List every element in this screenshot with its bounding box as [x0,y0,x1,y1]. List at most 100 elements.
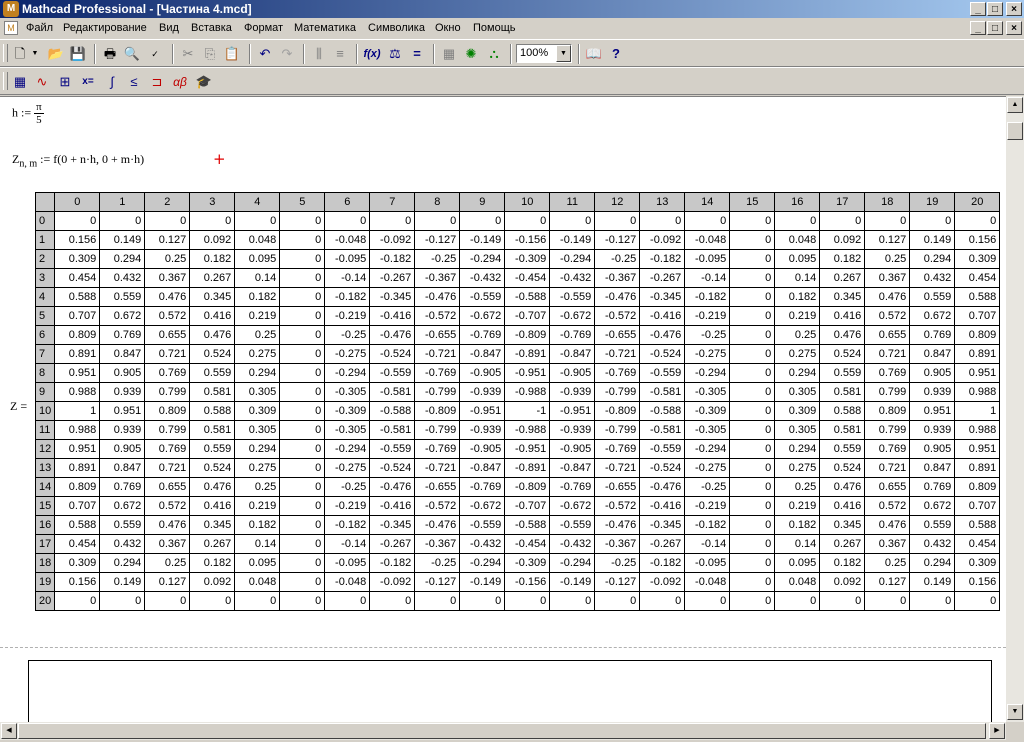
matrix-cell[interactable]: 0.309 [954,249,1001,269]
matrix-cell[interactable]: 0 [639,211,686,231]
matrix-cell[interactable]: 0.219 [234,306,281,326]
matrix-cell[interactable]: 0.367 [864,534,911,554]
matrix-cell[interactable]: -0.182 [369,249,416,269]
matrix-cell[interactable]: 0.219 [774,306,821,326]
matrix-cell[interactable]: 0.939 [99,420,146,440]
matrix-cell[interactable]: -0.25 [594,249,641,269]
matrix-cell[interactable]: -0.25 [324,477,371,497]
matrix-cell[interactable]: 0.707 [954,496,1001,516]
matrix-cell[interactable]: -0.294 [324,439,371,459]
matrix-cell[interactable]: -0.432 [549,534,596,554]
matrix-cell[interactable]: -0.655 [594,477,641,497]
matrix-cell[interactable]: 0 [369,211,416,231]
matrix-cell[interactable]: -0.559 [639,363,686,383]
matrix-cell[interactable]: 0.25 [234,325,281,345]
matrix-cell[interactable]: 0.048 [234,230,281,250]
symbolic-palette-icon[interactable]: 🎓 [194,72,214,92]
matrix-cell[interactable]: -0.219 [324,496,371,516]
horizontal-scrollbar[interactable]: ◀ ▶ [0,722,1006,740]
matrix-cell[interactable]: -0.559 [639,439,686,459]
matrix-cell[interactable]: 0 [864,591,911,611]
matrix-cell[interactable]: 0.275 [774,344,821,364]
matrix-cell[interactable]: -0.309 [324,401,371,421]
matrix-cell[interactable]: -0.275 [684,344,731,364]
matrix-cell[interactable]: -0.939 [459,420,506,440]
matrix-cell[interactable]: -0.048 [684,230,731,250]
matrix-cell[interactable]: -0.149 [459,572,506,592]
matrix-cell[interactable]: 0.305 [774,420,821,440]
matrix-cell[interactable]: -0.581 [369,382,416,402]
matrix-cell[interactable]: 0.182 [189,553,236,573]
matrix-cell[interactable]: 0.559 [819,439,866,459]
matrix-cell[interactable]: 0 [954,591,1001,611]
matrix-cell[interactable]: 0.588 [54,287,101,307]
matrix-cell[interactable]: 0.476 [189,325,236,345]
matrix-cell[interactable]: -0.095 [684,553,731,573]
boolean-palette-icon[interactable]: ≤ [124,72,144,92]
matrix-cell[interactable]: 0.309 [234,401,281,421]
matrix-cell[interactable]: -0.432 [459,268,506,288]
cut-icon[interactable]: ✂ [178,44,198,64]
matrix-cell[interactable]: 0.149 [909,230,956,250]
matrix-cell[interactable]: 0.345 [189,287,236,307]
matrix-cell[interactable]: 0 [459,211,506,231]
matrix-cell[interactable]: 0 [279,363,326,383]
matrix-cell[interactable]: -0.149 [549,230,596,250]
matrix-cell[interactable]: 0.891 [54,458,101,478]
matrix-cell[interactable]: -0.182 [369,553,416,573]
matrix-cell[interactable]: 0 [54,211,101,231]
matrix-cell[interactable]: 0.182 [234,515,281,535]
matrix-cell[interactable]: 0 [729,458,776,478]
matrix-cell[interactable]: 0.809 [54,477,101,497]
matrix-cell[interactable]: 0.988 [954,420,1001,440]
matrix-cell[interactable]: 0 [729,325,776,345]
matrix-cell[interactable]: 0.156 [954,572,1001,592]
matrix-cell[interactable]: 0.769 [909,325,956,345]
align-horizontal-icon[interactable]: ⫼ [309,44,329,64]
matrix-cell[interactable]: 0 [729,477,776,497]
matrix-cell[interactable]: 0 [234,591,281,611]
matrix-cell[interactable]: 0.891 [54,344,101,364]
matrix-cell[interactable]: 0.267 [819,534,866,554]
matrix-cell[interactable]: 0 [729,420,776,440]
matrix-cell[interactable]: 0.182 [189,249,236,269]
matrix-cell[interactable]: 0 [504,591,551,611]
toolbar-grip[interactable] [3,72,8,90]
matrix-cell[interactable]: 0.182 [819,249,866,269]
matrix-cell[interactable]: 0 [819,211,866,231]
matrix-cell[interactable]: 0.951 [954,363,1001,383]
matrix-cell[interactable]: -0.127 [594,572,641,592]
matrix-cell[interactable]: 0.095 [774,553,821,573]
matrix-cell[interactable]: 0.799 [144,420,191,440]
matrix-cell[interactable]: 0 [729,401,776,421]
matrix-cell[interactable]: 0.809 [954,477,1001,497]
matrix-cell[interactable]: -0.294 [549,249,596,269]
matrix-cell[interactable]: 0.524 [819,344,866,364]
matrix-cell[interactable]: -0.127 [594,230,641,250]
matrix-cell[interactable]: 0 [729,211,776,231]
matrix-cell[interactable]: -0.672 [459,306,506,326]
matrix-cell[interactable]: 0.988 [954,382,1001,402]
matrix-cell[interactable]: 0.721 [144,458,191,478]
matrix-cell[interactable]: 0.294 [99,249,146,269]
matrix-cell[interactable]: 0.25 [144,249,191,269]
tree-icon[interactable]: ⛬ [484,44,504,64]
matrix-cell[interactable]: 0.476 [144,287,191,307]
matrix-cell[interactable]: 0.769 [99,477,146,497]
menu-file[interactable]: Файл [26,22,53,34]
matrix-cell[interactable]: -0.416 [369,496,416,516]
matrix-cell[interactable]: 0.454 [954,268,1001,288]
matrix-cell[interactable]: 0.367 [864,268,911,288]
matrix-cell[interactable]: 0.951 [54,439,101,459]
matrix-cell[interactable]: -0.432 [459,534,506,554]
matrix-cell[interactable]: 0 [279,249,326,269]
matrix-cell[interactable]: -0.182 [639,249,686,269]
matrix-cell[interactable]: 0.294 [909,553,956,573]
matrix-cell[interactable]: 0.416 [819,496,866,516]
matrix-cell[interactable]: 0 [729,230,776,250]
matrix-cell[interactable]: -0.454 [504,534,551,554]
matrix-cell[interactable]: -0.25 [414,553,461,573]
matrix-cell[interactable]: -0.939 [549,382,596,402]
matrix-cell[interactable]: -0.581 [369,420,416,440]
matrix-cell[interactable]: 0.345 [189,515,236,535]
